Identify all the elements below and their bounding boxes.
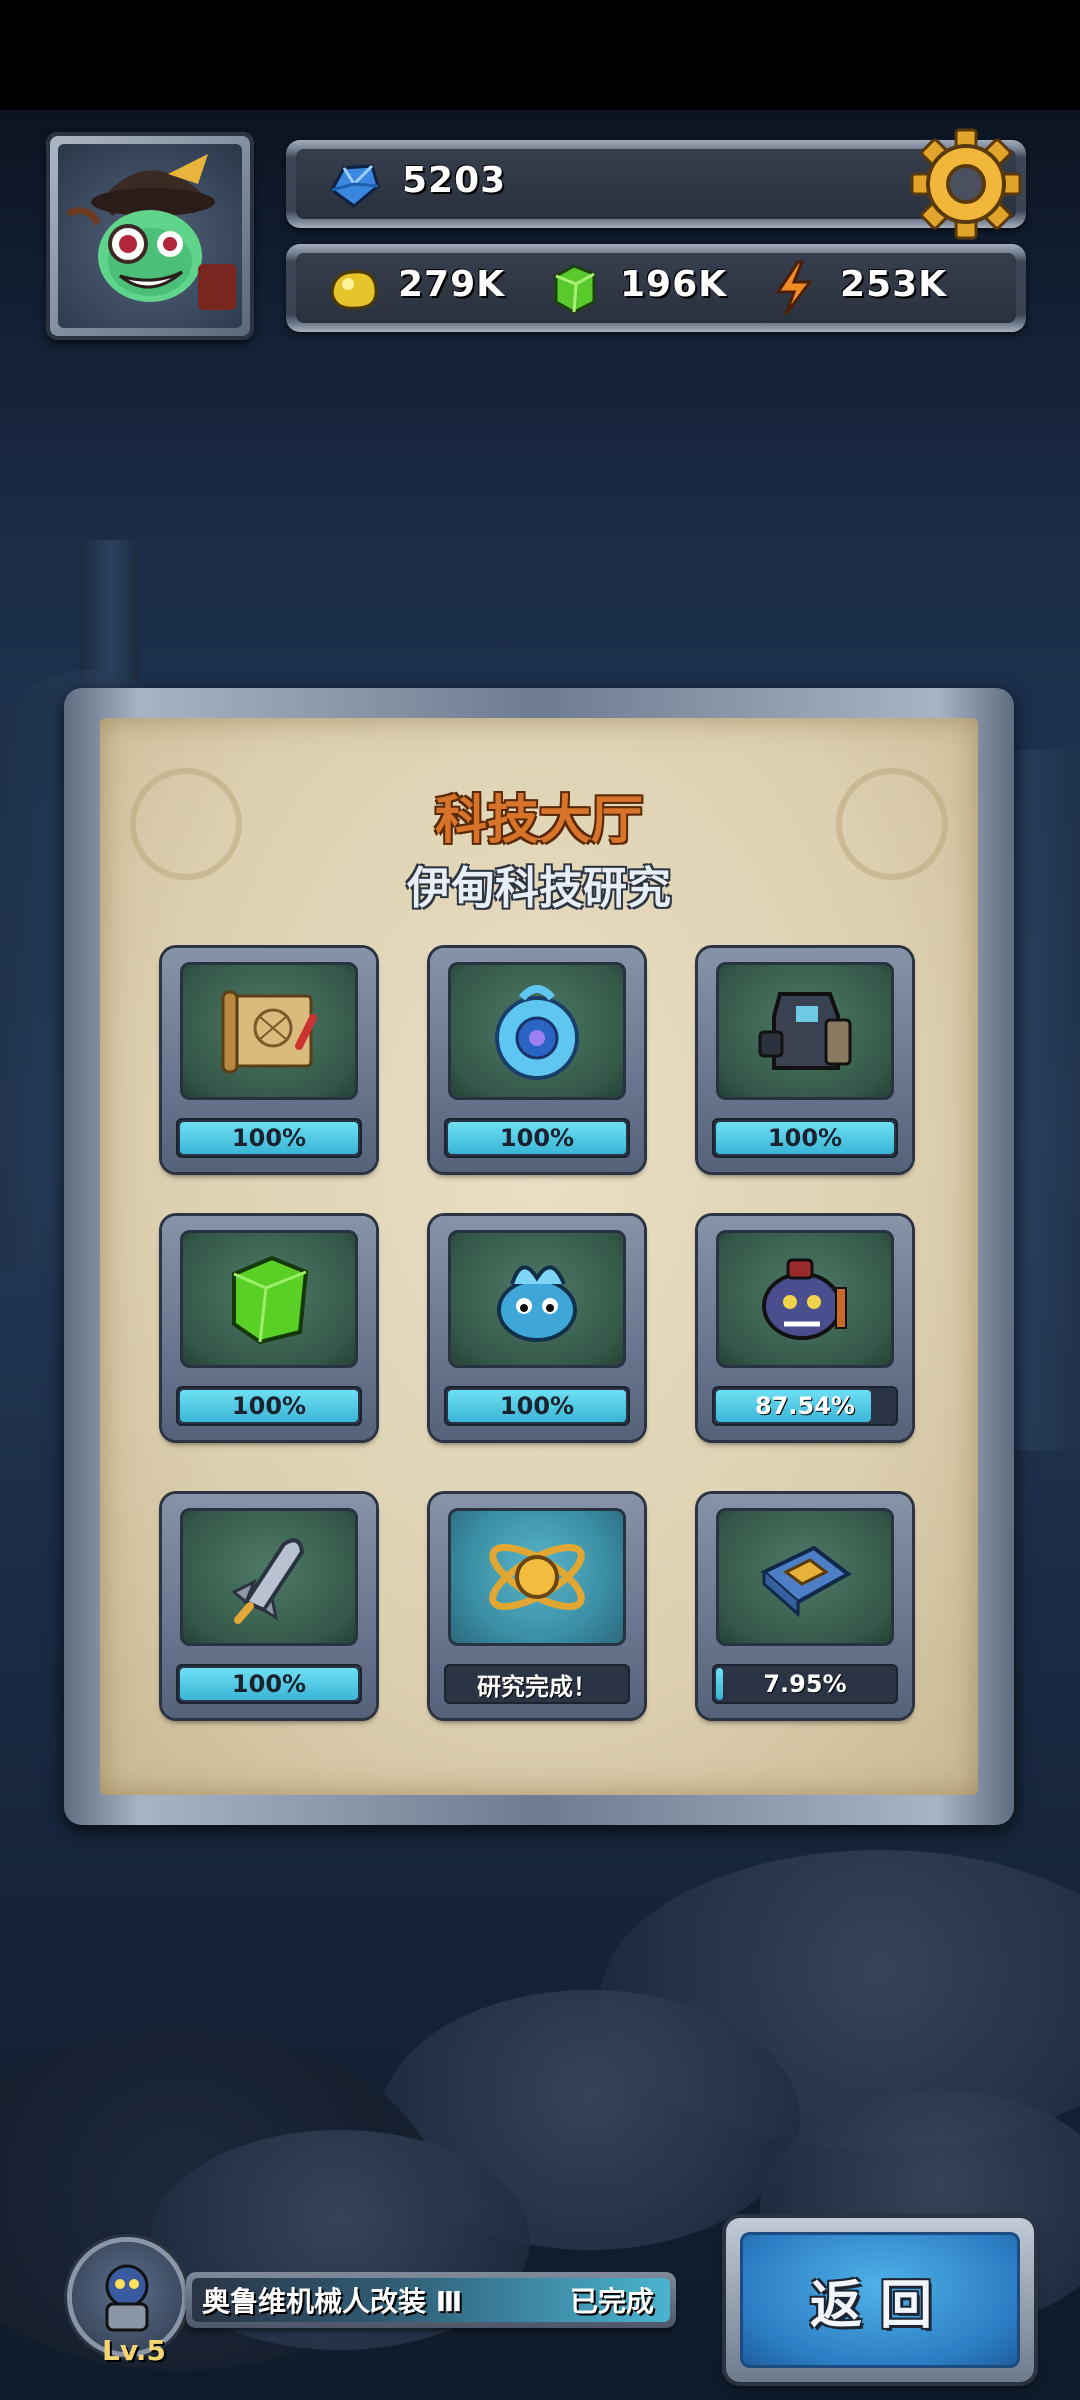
purple-monster-icon xyxy=(762,1258,847,1340)
chip-card-icon xyxy=(760,1545,852,1618)
gear-icon xyxy=(910,128,1022,240)
panel-title: 科技大厅 xyxy=(434,791,643,851)
research-tile-9[interactable]: 7.95% xyxy=(698,1494,912,1718)
atom-icon xyxy=(489,1544,585,1610)
research-tile-3[interactable]: 100% xyxy=(698,948,912,1172)
settings-button[interactable] xyxy=(906,124,1026,244)
progress-label: 100% xyxy=(231,1392,307,1420)
quest-progress-bar[interactable]: 奥鲁维机械人改装 Ⅲ 已完成 xyxy=(186,2272,676,2328)
player-avatar[interactable] xyxy=(46,132,254,340)
progress-label: 100% xyxy=(231,1124,307,1152)
green-crystal-resource-icon xyxy=(554,264,596,314)
quest-level: Lv.5 xyxy=(102,2334,166,2367)
blue-orb-icon xyxy=(495,985,579,1080)
lightning-energy-icon xyxy=(775,260,813,315)
progress-label: 100% xyxy=(767,1124,843,1152)
blue-slime-icon xyxy=(497,1265,577,1342)
research-tile-4[interactable]: 100% xyxy=(162,1216,376,1440)
research-tile-8[interactable]: 研究完成！ xyxy=(430,1494,644,1718)
progress-label: 87.54% xyxy=(755,1392,855,1420)
research-tile-5[interactable]: 100% xyxy=(430,1216,644,1440)
green-goblin-avatar-icon xyxy=(66,154,236,310)
panel-subtitle: 伊甸科技研究 xyxy=(407,863,671,914)
crystal-count: 196K xyxy=(620,264,728,305)
green-crystal-icon xyxy=(232,1255,309,1345)
rocket-ship-icon xyxy=(231,1538,305,1624)
gold-count: 279K xyxy=(398,264,506,305)
research-tile-1[interactable]: 100% xyxy=(162,948,376,1172)
gold-ore-icon xyxy=(330,270,378,310)
progress-label: 100% xyxy=(231,1670,307,1698)
energy-count: 253K xyxy=(840,264,948,305)
blue-gem-icon xyxy=(330,164,380,208)
quest-name: 奥鲁维机械人改装 Ⅲ xyxy=(202,2285,463,2318)
robot-armor-icon xyxy=(758,992,852,1070)
back-button-label: 返回 xyxy=(809,2275,950,2336)
resource-bar: 279K 196K 253K xyxy=(286,244,1026,332)
research-tile-6[interactable]: 87.54% xyxy=(698,1216,912,1440)
back-button[interactable]: 返回 xyxy=(726,2218,1034,2382)
gem-count: 5203 xyxy=(402,160,507,201)
quest-status: 已完成 xyxy=(569,2285,654,2318)
progress-label: 100% xyxy=(499,1392,575,1420)
map-scroll-icon xyxy=(221,990,317,1074)
research-tile-2[interactable]: 100% xyxy=(430,948,644,1172)
progress-label: 7.95% xyxy=(763,1670,847,1698)
research-complete-label: 研究完成！ xyxy=(477,1672,597,1701)
progress-label: 100% xyxy=(499,1124,575,1152)
research-tile-7[interactable]: 100% xyxy=(162,1494,376,1718)
